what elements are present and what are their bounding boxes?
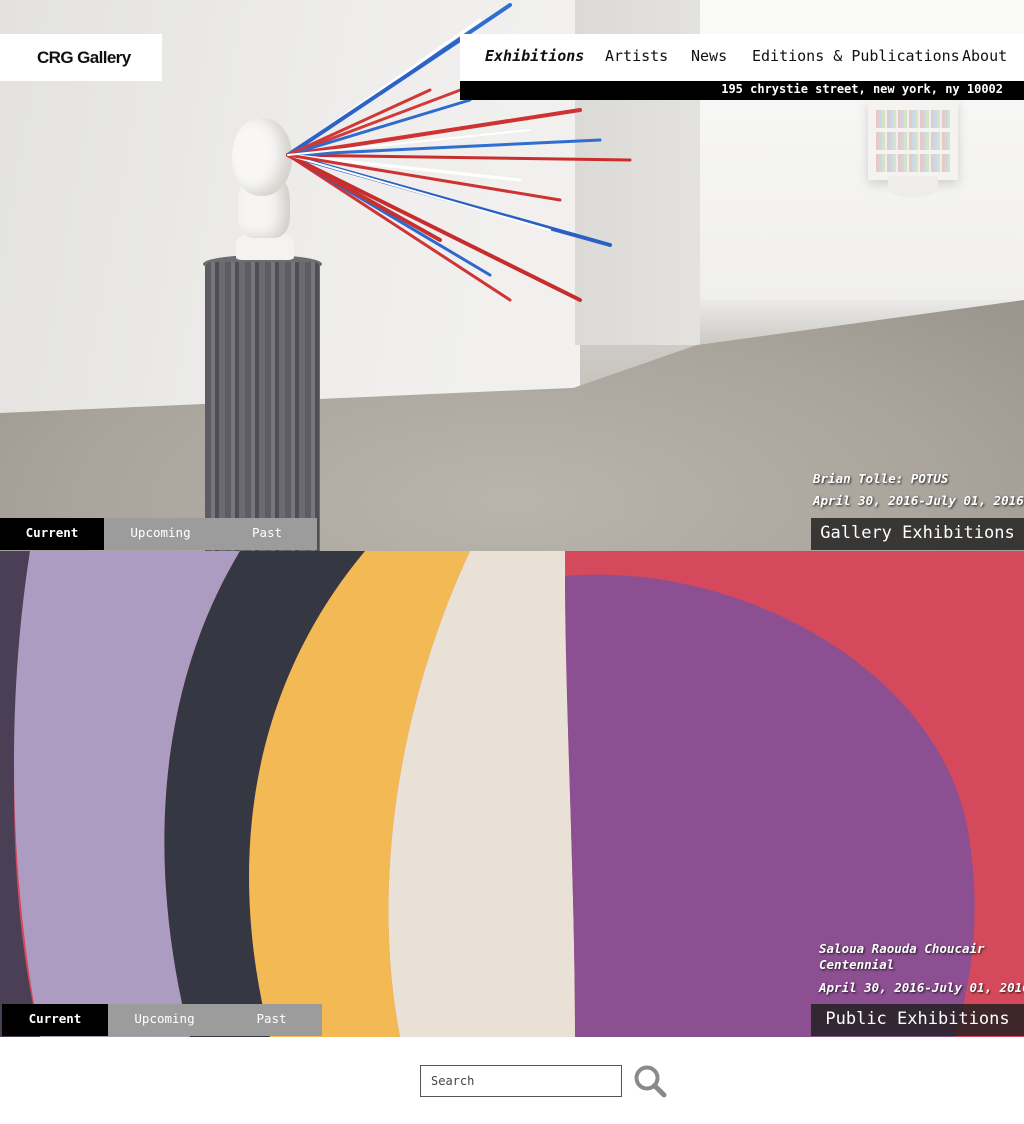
bookcase-bracket [888,176,938,198]
gallery-tab-current[interactable]: Current [0,518,104,550]
gallery-tabs: Current Upcoming Past [0,518,317,550]
wall-bookcase-sculpture [868,100,958,180]
site-logo[interactable]: CRG Gallery [37,48,131,68]
gallery-exhibition-title[interactable]: Brian Tolle: POTUS [813,471,1024,487]
search-icon[interactable] [632,1063,668,1099]
gallery-exhibition-dates: April 30, 2016-July 01, 2016 [813,493,1024,508]
nav-exhibitions[interactable]: Exhibitions [485,47,584,65]
public-exhibitions-label[interactable]: Public Exhibitions [811,1004,1024,1036]
gallery-exhibition-caption[interactable]: Brian Tolle: POTUS April 30, 2016-July 0… [813,471,1024,509]
gallery-address: 195 chrystie street, new york, ny 10002 [721,82,1003,96]
address-bar: 195 chrystie street, new york, ny 10002 [460,81,1024,100]
gallery-exhibitions-label[interactable]: Gallery Exhibitions [811,518,1024,550]
nav-about[interactable]: About [962,47,1007,65]
public-tab-current[interactable]: Current [2,1004,108,1036]
gallery-tab-past[interactable]: Past [217,518,317,550]
public-exhibition-caption[interactable]: Saloua Raouda Choucair Centennial April … [819,941,1024,996]
nav-editions-publications[interactable]: Editions & Publications [752,47,960,65]
public-tabs: Current Upcoming Past [2,1004,322,1036]
public-exhibition-title-line2[interactable]: Centennial [819,957,1024,973]
public-tab-upcoming[interactable]: Upcoming [108,1004,221,1036]
main-nav: Exhibitions Artists News Editions & Publ… [460,34,1024,81]
public-tab-past[interactable]: Past [221,1004,322,1036]
public-exhibition-dates: April 30, 2016-July 01, 2016 [819,980,1024,995]
public-exhibition-title-line1[interactable]: Saloua Raouda Choucair [819,941,1024,957]
gallery-tab-upcoming[interactable]: Upcoming [104,518,217,550]
search-input[interactable] [420,1065,622,1097]
nav-news[interactable]: News [691,47,727,65]
nav-artists[interactable]: Artists [605,47,668,65]
logo-box[interactable]: CRG Gallery [0,34,162,81]
